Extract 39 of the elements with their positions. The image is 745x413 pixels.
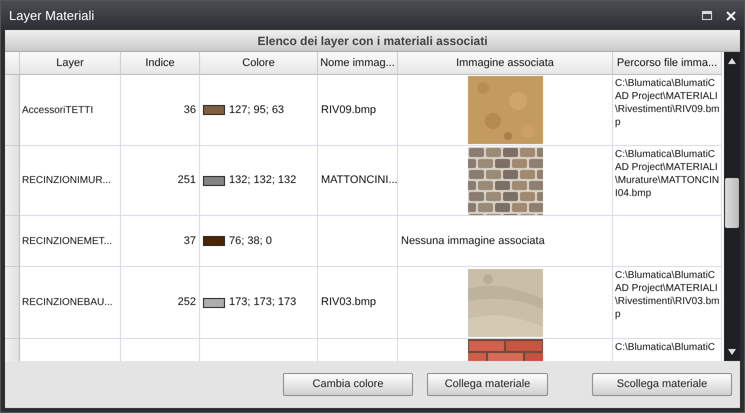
column-header[interactable]: Indice — [121, 52, 200, 75]
action-button[interactable]: Collega materiale — [427, 373, 548, 396]
table-cell: 36 — [121, 75, 200, 146]
close-icon[interactable] — [726, 10, 736, 20]
table-cell: RECINZIONEMET... — [20, 216, 121, 267]
scroll-thumb[interactable] — [725, 178, 739, 228]
grid-title: Elenco dei layer con i materiali associati — [5, 30, 740, 52]
row-header[interactable] — [5, 216, 20, 267]
column-header[interactable]: Layer — [20, 52, 121, 75]
color-value: 127; 95; 63 — [229, 102, 284, 118]
row-header-corner — [5, 52, 20, 75]
table-cell: RIV09.bmp — [318, 75, 398, 146]
table-cell: RECINZIONEBAU... — [20, 267, 121, 339]
table-cell: C:\Blumatica\BlumatiCAD Project\MATERIALI\Rivestimenti\RIV09.bmp — [613, 75, 722, 146]
scrollbar[interactable] — [724, 52, 740, 361]
maximize-icon[interactable] — [702, 11, 712, 20]
action-button[interactable]: Cambia colore — [283, 373, 413, 396]
table-cell: MATTONCINI... — [318, 146, 398, 216]
table-cell: 37 — [121, 216, 200, 267]
row-header[interactable] — [5, 75, 20, 146]
table-cell: 251 — [121, 146, 200, 216]
table-cell: C:\Blumatica\BlumatiCAD Project\MATERIALI\Rivestimenti\RIV03.bmp — [613, 267, 722, 339]
color-value: 173; 173; 173 — [229, 295, 296, 310]
column-header[interactable]: Nome immag... — [318, 52, 398, 75]
column-header[interactable]: Colore — [200, 52, 318, 75]
table-cell: AccessoriTETTI — [20, 75, 121, 146]
action-button[interactable]: Scollega materiale — [592, 373, 732, 396]
column-header[interactable]: Immagine associata — [398, 52, 613, 75]
table-cell: 252 — [121, 267, 200, 339]
color-value: 132; 132; 132 — [229, 173, 296, 188]
table-cell: RIV03.bmp — [318, 267, 398, 339]
row-header[interactable] — [5, 146, 20, 216]
color-value: 76; 38; 0 — [229, 234, 272, 249]
row-header[interactable] — [5, 267, 20, 339]
table-cell: RECINZIONIMUR... — [20, 146, 121, 216]
column-header[interactable]: Percorso file imma... — [613, 52, 722, 75]
window-title: Layer Materiali — [9, 6, 96, 25]
table-cell: C:\Blumatica\BlumatiCAD Project\MATERIALI\Murature\MATTONCINI04.bmp — [613, 146, 722, 216]
table-cell: Nessuna immagine associata — [398, 216, 613, 267]
